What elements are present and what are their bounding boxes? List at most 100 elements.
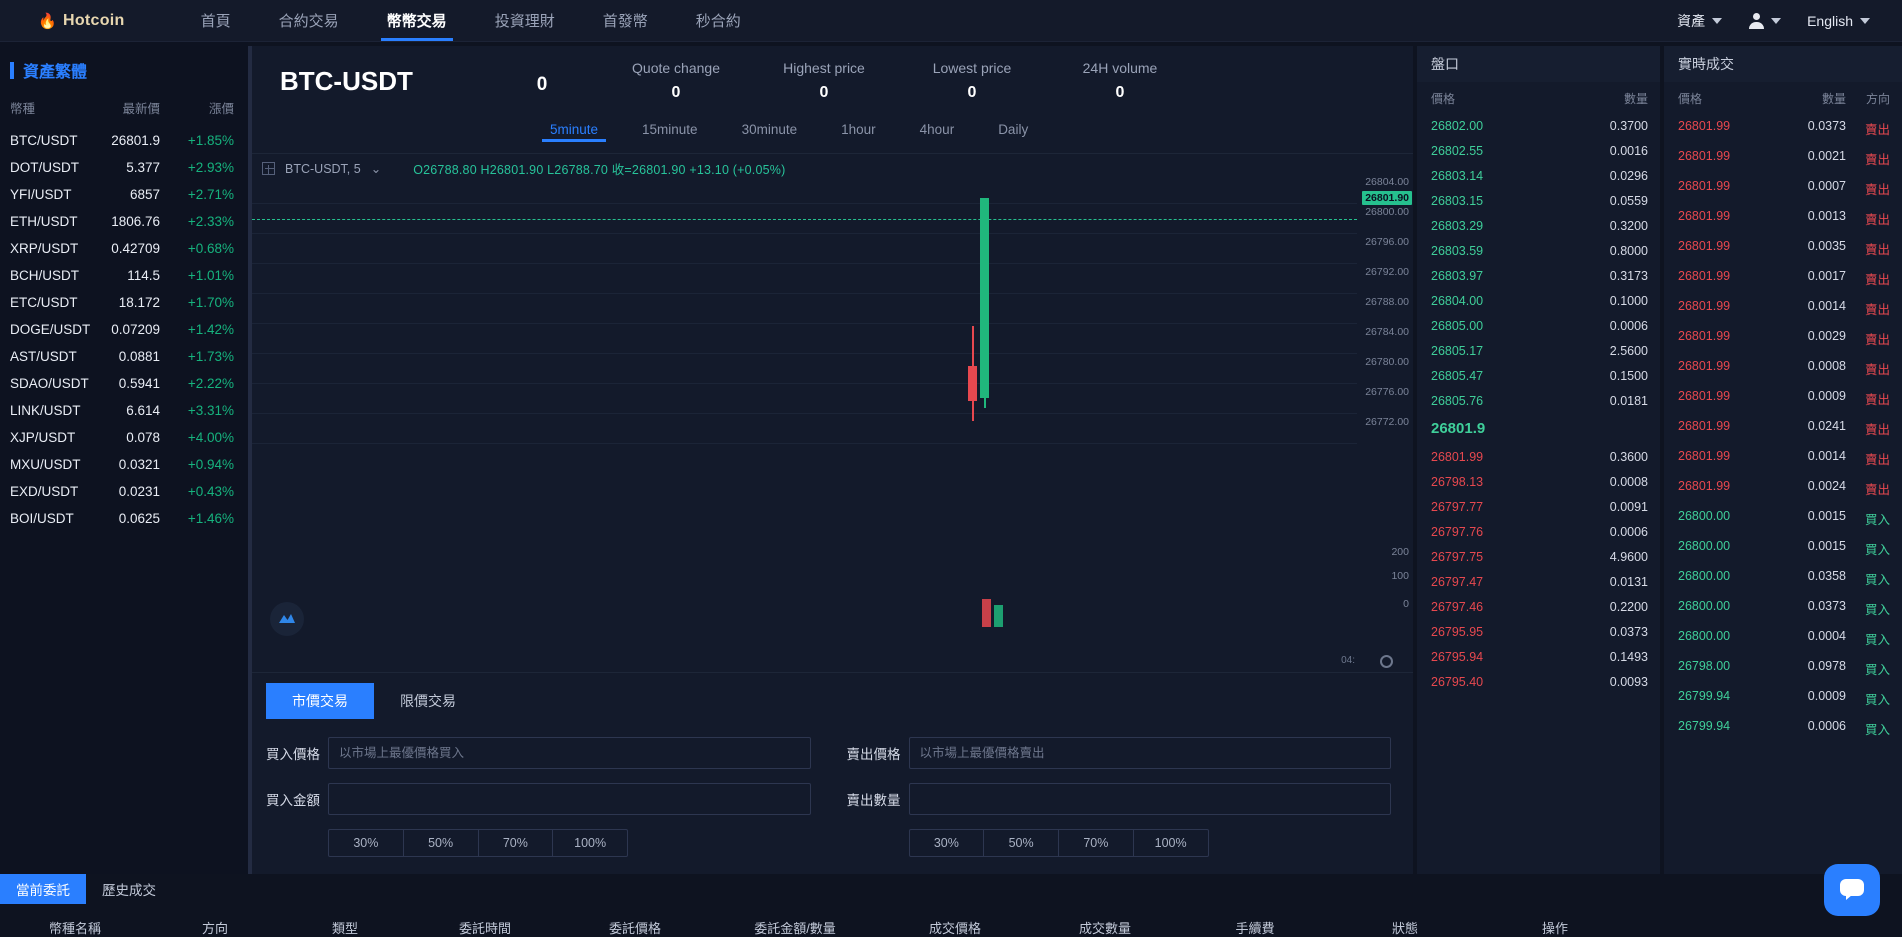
gear-icon[interactable] (1380, 655, 1393, 668)
coin-row[interactable]: BCH/USDT114.5+1.01% (0, 262, 248, 289)
orderbook-row[interactable]: 26805.470.1500 (1417, 363, 1660, 388)
orderbook-row[interactable]: 26795.940.1493 (1417, 644, 1660, 669)
trade-direction: 賣出 (1856, 299, 1890, 318)
nav-item-seconds[interactable]: 秒合約 (672, 0, 765, 41)
price-chart[interactable]: BTC-USDT, 5 ⌄ O26788.80 H26801.90 L26788… (252, 153, 1413, 672)
buy-percent-100[interactable]: 100% (553, 830, 627, 856)
assets-menu[interactable]: 資產 (1677, 11, 1722, 31)
trade-price: 26801.99 (1678, 389, 1750, 408)
trade-row: 26801.990.0373賣出 (1664, 113, 1902, 143)
price-tick: 26784.00 (1365, 326, 1409, 338)
orderbook-row[interactable]: 26797.760.0006 (1417, 519, 1660, 544)
orderbook-row[interactable]: 26797.770.0091 (1417, 494, 1660, 519)
coin-row[interactable]: ETC/USDT18.172+1.70% (0, 289, 248, 316)
orderbook-row[interactable]: 26804.000.1000 (1417, 288, 1660, 313)
buy-amount-input[interactable] (328, 783, 811, 815)
coin-row[interactable]: LINK/USDT6.614+3.31% (0, 397, 248, 424)
coin-price: 0.5941 (110, 376, 174, 391)
coin-row[interactable]: AST/USDT0.0881+1.73% (0, 343, 248, 370)
tab-1hour[interactable]: 1hour (819, 122, 898, 137)
tab-5minute[interactable]: 5minute (528, 122, 620, 137)
orderbook-row[interactable]: 26797.470.0131 (1417, 569, 1660, 594)
orderbook-row[interactable]: 26803.140.0296 (1417, 163, 1660, 188)
trade-row: 26801.990.0241賣出 (1664, 413, 1902, 443)
orderbook-row[interactable]: 26803.150.0559 (1417, 188, 1660, 213)
expand-icon[interactable] (262, 162, 275, 175)
coin-row[interactable]: DOT/USDT5.377+2.93% (0, 154, 248, 181)
stat-lowest-price: Lowest price 0 (898, 56, 1046, 102)
tab-market-order[interactable]: 市價交易 (266, 683, 374, 719)
order-qty: 0.3173 (1509, 269, 1648, 283)
coin-row[interactable]: BOI/USDT0.0625+1.46% (0, 505, 248, 532)
orderbook-row[interactable]: 26797.460.2200 (1417, 594, 1660, 619)
nav-item-finance[interactable]: 投資理財 (471, 0, 579, 41)
coin-change: +1.70% (174, 295, 234, 310)
trade-price: 26800.00 (1678, 599, 1750, 618)
coin-row[interactable]: DOGE/USDT0.07209+1.42% (0, 316, 248, 343)
sell-percent-70[interactable]: 70% (1059, 830, 1134, 856)
sell-percent-100[interactable]: 100% (1134, 830, 1208, 856)
coin-row[interactable]: ETH/USDT1806.76+2.33% (0, 208, 248, 235)
nav-item-spot[interactable]: 幣幣交易 (363, 0, 471, 41)
nav-item-contract[interactable]: 合約交易 (255, 0, 363, 41)
price-tick: 26804.00 (1365, 176, 1409, 188)
orderbook-row[interactable]: 26798.130.0008 (1417, 469, 1660, 494)
language-menu[interactable]: English (1807, 13, 1870, 29)
coin-row[interactable]: XRP/USDT0.42709+0.68% (0, 235, 248, 262)
coin-change: +4.00% (174, 430, 234, 445)
language-label: English (1807, 13, 1853, 29)
nav-item-home[interactable]: 首頁 (177, 0, 255, 41)
nav-item-launchpad[interactable]: 首發幣 (579, 0, 672, 41)
order-qty: 0.0131 (1509, 575, 1648, 589)
order-price: 26805.47 (1431, 369, 1509, 383)
tab-15minute[interactable]: 15minute (620, 122, 720, 137)
orderbook-row[interactable]: 26805.172.5600 (1417, 338, 1660, 363)
chevron-down-icon (1860, 18, 1870, 24)
coin-symbol: BOI/USDT (10, 511, 110, 526)
sell-price-row: 賣出價格 (847, 737, 1392, 769)
coin-row[interactable]: BTC/USDT26801.9+1.85% (0, 127, 248, 154)
orderbook-row[interactable]: 26803.970.3173 (1417, 263, 1660, 288)
sell-percent-30[interactable]: 30% (910, 830, 985, 856)
tab-limit-order[interactable]: 限價交易 (374, 683, 482, 719)
orderbook-row[interactable]: 26803.590.8000 (1417, 238, 1660, 263)
chat-support-button[interactable] (1824, 864, 1880, 916)
sell-percent-50[interactable]: 50% (984, 830, 1059, 856)
tab-4hour[interactable]: 4hour (898, 122, 977, 137)
buy-percent-50[interactable]: 50% (404, 830, 479, 856)
chevron-down-icon[interactable]: ⌄ (371, 161, 381, 176)
tab-trade-history[interactable]: 歷史成交 (86, 874, 172, 904)
coin-symbol: BTC/USDT (10, 133, 110, 148)
tab-current-orders[interactable]: 當前委託 (0, 874, 86, 904)
orderbook-row[interactable]: 26795.950.0373 (1417, 619, 1660, 644)
orderbook-header: 價格 數量 (1417, 82, 1660, 113)
coin-row[interactable]: YFI/USDT6857+2.71% (0, 181, 248, 208)
tab-30minute[interactable]: 30minute (720, 122, 820, 137)
orderbook-row[interactable]: 26805.760.0181 (1417, 388, 1660, 413)
coin-price: 18.172 (110, 295, 174, 310)
buy-percent-70[interactable]: 70% (479, 830, 554, 856)
grid-line (252, 383, 1357, 384)
orderbook-row[interactable]: 26801.990.3600 (1417, 444, 1660, 469)
buy-price-input[interactable] (328, 737, 811, 769)
price-tick: 26792.00 (1365, 266, 1409, 278)
orderbook-row[interactable]: 26803.290.3200 (1417, 213, 1660, 238)
buy-percent-30[interactable]: 30% (329, 830, 404, 856)
coin-row[interactable]: XJP/USDT0.078+4.00% (0, 424, 248, 451)
orderbook-row[interactable]: 26802.550.0016 (1417, 138, 1660, 163)
coin-row[interactable]: EXD/USDT0.0231+0.43% (0, 478, 248, 505)
brand-logo[interactable]: 🔥 Hotcoin (38, 12, 125, 30)
coin-row[interactable]: SDAO/USDT0.5941+2.22% (0, 370, 248, 397)
coin-row[interactable]: MXU/USDT0.0321+0.94% (0, 451, 248, 478)
orderbook-row[interactable]: 26805.000.0006 (1417, 313, 1660, 338)
orderbook-row[interactable]: 26797.754.9600 (1417, 544, 1660, 569)
grid-line (252, 353, 1357, 354)
orderbook-row[interactable]: 26795.400.0093 (1417, 669, 1660, 694)
sell-amount-input[interactable] (909, 783, 1392, 815)
orderbook-row[interactable]: 26802.000.3700 (1417, 113, 1660, 138)
tab-daily[interactable]: Daily (976, 122, 1050, 137)
order-qty: 0.1493 (1509, 650, 1648, 664)
sell-price-input[interactable] (909, 737, 1392, 769)
buy-amount-label: 買入金額 (266, 789, 328, 809)
user-menu[interactable] (1748, 13, 1781, 29)
